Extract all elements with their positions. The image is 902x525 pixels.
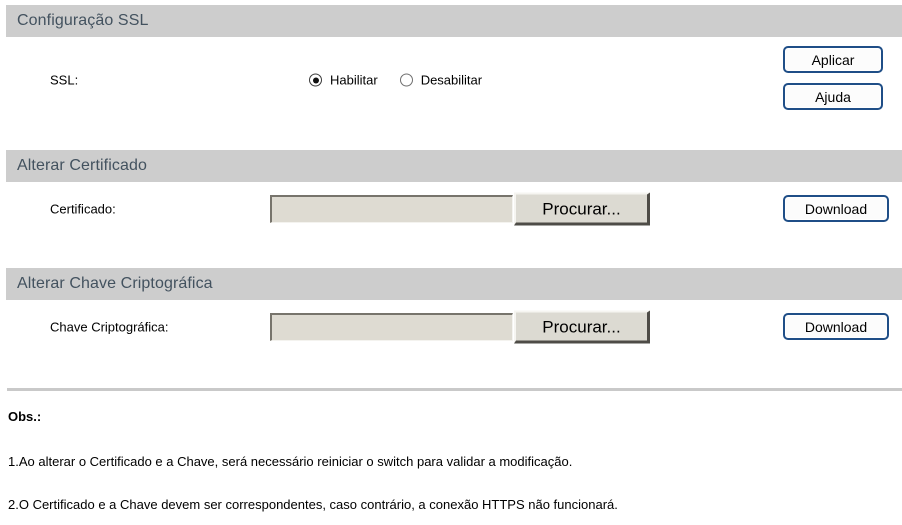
label-ssl: SSL: — [50, 72, 79, 88]
key-browse-button[interactable]: Procurar... — [514, 310, 650, 344]
section-title: Configuração SSL — [17, 12, 149, 29]
note-item-1: 1.Ao alterar o Certificado e a Chave, se… — [8, 454, 573, 469]
key-file-input[interactable] — [270, 313, 513, 341]
label-certificate: Certificado: — [50, 201, 116, 217]
section-header-change-certificate: Alterar Certificado — [6, 150, 902, 182]
key-download-button[interactable]: Download — [783, 313, 889, 340]
note-item-2: 2.O Certificado e a Chave devem ser corr… — [8, 497, 618, 512]
row-certificate: Certificado: Procurar... — [0, 192, 902, 226]
certificate-file-input[interactable] — [270, 195, 513, 223]
radio-desabilitar-icon[interactable] — [399, 73, 413, 87]
certificate-download-button[interactable]: Download — [783, 195, 889, 222]
help-button[interactable]: Ajuda — [783, 83, 883, 110]
section-header-change-key: Alterar Chave Criptográfica — [6, 268, 902, 300]
section-title: Alterar Chave Criptográfica — [17, 275, 213, 292]
row-key: Chave Criptográfica: Procurar... — [0, 310, 902, 344]
radio-label-habilitar: Habilitar — [330, 72, 378, 88]
certificate-browse-button[interactable]: Procurar... — [514, 192, 650, 226]
row-ssl: SSL: Habilitar Desabilitar — [0, 63, 902, 97]
notes-heading: Obs.: — [8, 409, 42, 424]
radio-label-desabilitar: Desabilitar — [420, 72, 483, 88]
radio-habilitar-icon[interactable] — [309, 73, 322, 87]
section-title: Alterar Certificado — [17, 157, 147, 174]
section-header-ssl-config: Configuração SSL — [6, 5, 902, 37]
radio-option-desabilitar[interactable]: Desabilitar — [399, 72, 483, 88]
notes-divider — [7, 388, 902, 391]
radio-group-ssl: Habilitar Desabilitar — [309, 73, 482, 88]
apply-button[interactable]: Aplicar — [783, 46, 883, 73]
radio-option-habilitar[interactable]: Habilitar — [309, 73, 378, 88]
label-key: Chave Criptográfica: — [50, 319, 169, 335]
